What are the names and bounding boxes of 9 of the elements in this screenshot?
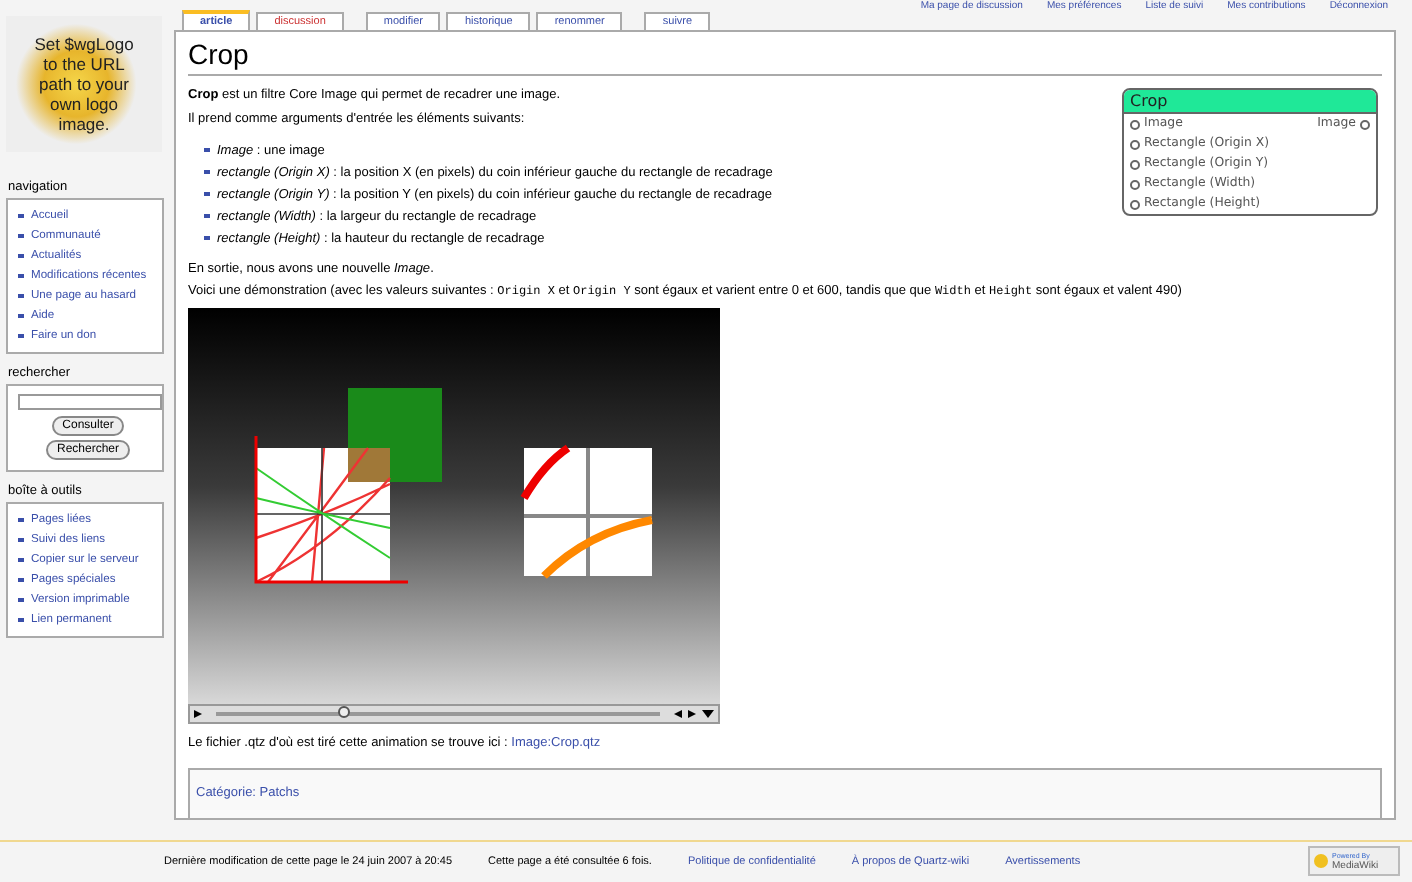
play-icon[interactable] <box>194 709 202 717</box>
step-back-icon[interactable] <box>674 709 682 717</box>
search-field[interactable] <box>18 394 162 410</box>
port-icon <box>1360 119 1370 129</box>
page-title: Crop <box>188 36 1382 76</box>
caret-icon[interactable] <box>702 709 714 717</box>
step-forward-icon[interactable] <box>688 709 696 717</box>
patch-title: Crop <box>1124 90 1376 114</box>
scrubber-thumb[interactable] <box>338 705 351 717</box>
